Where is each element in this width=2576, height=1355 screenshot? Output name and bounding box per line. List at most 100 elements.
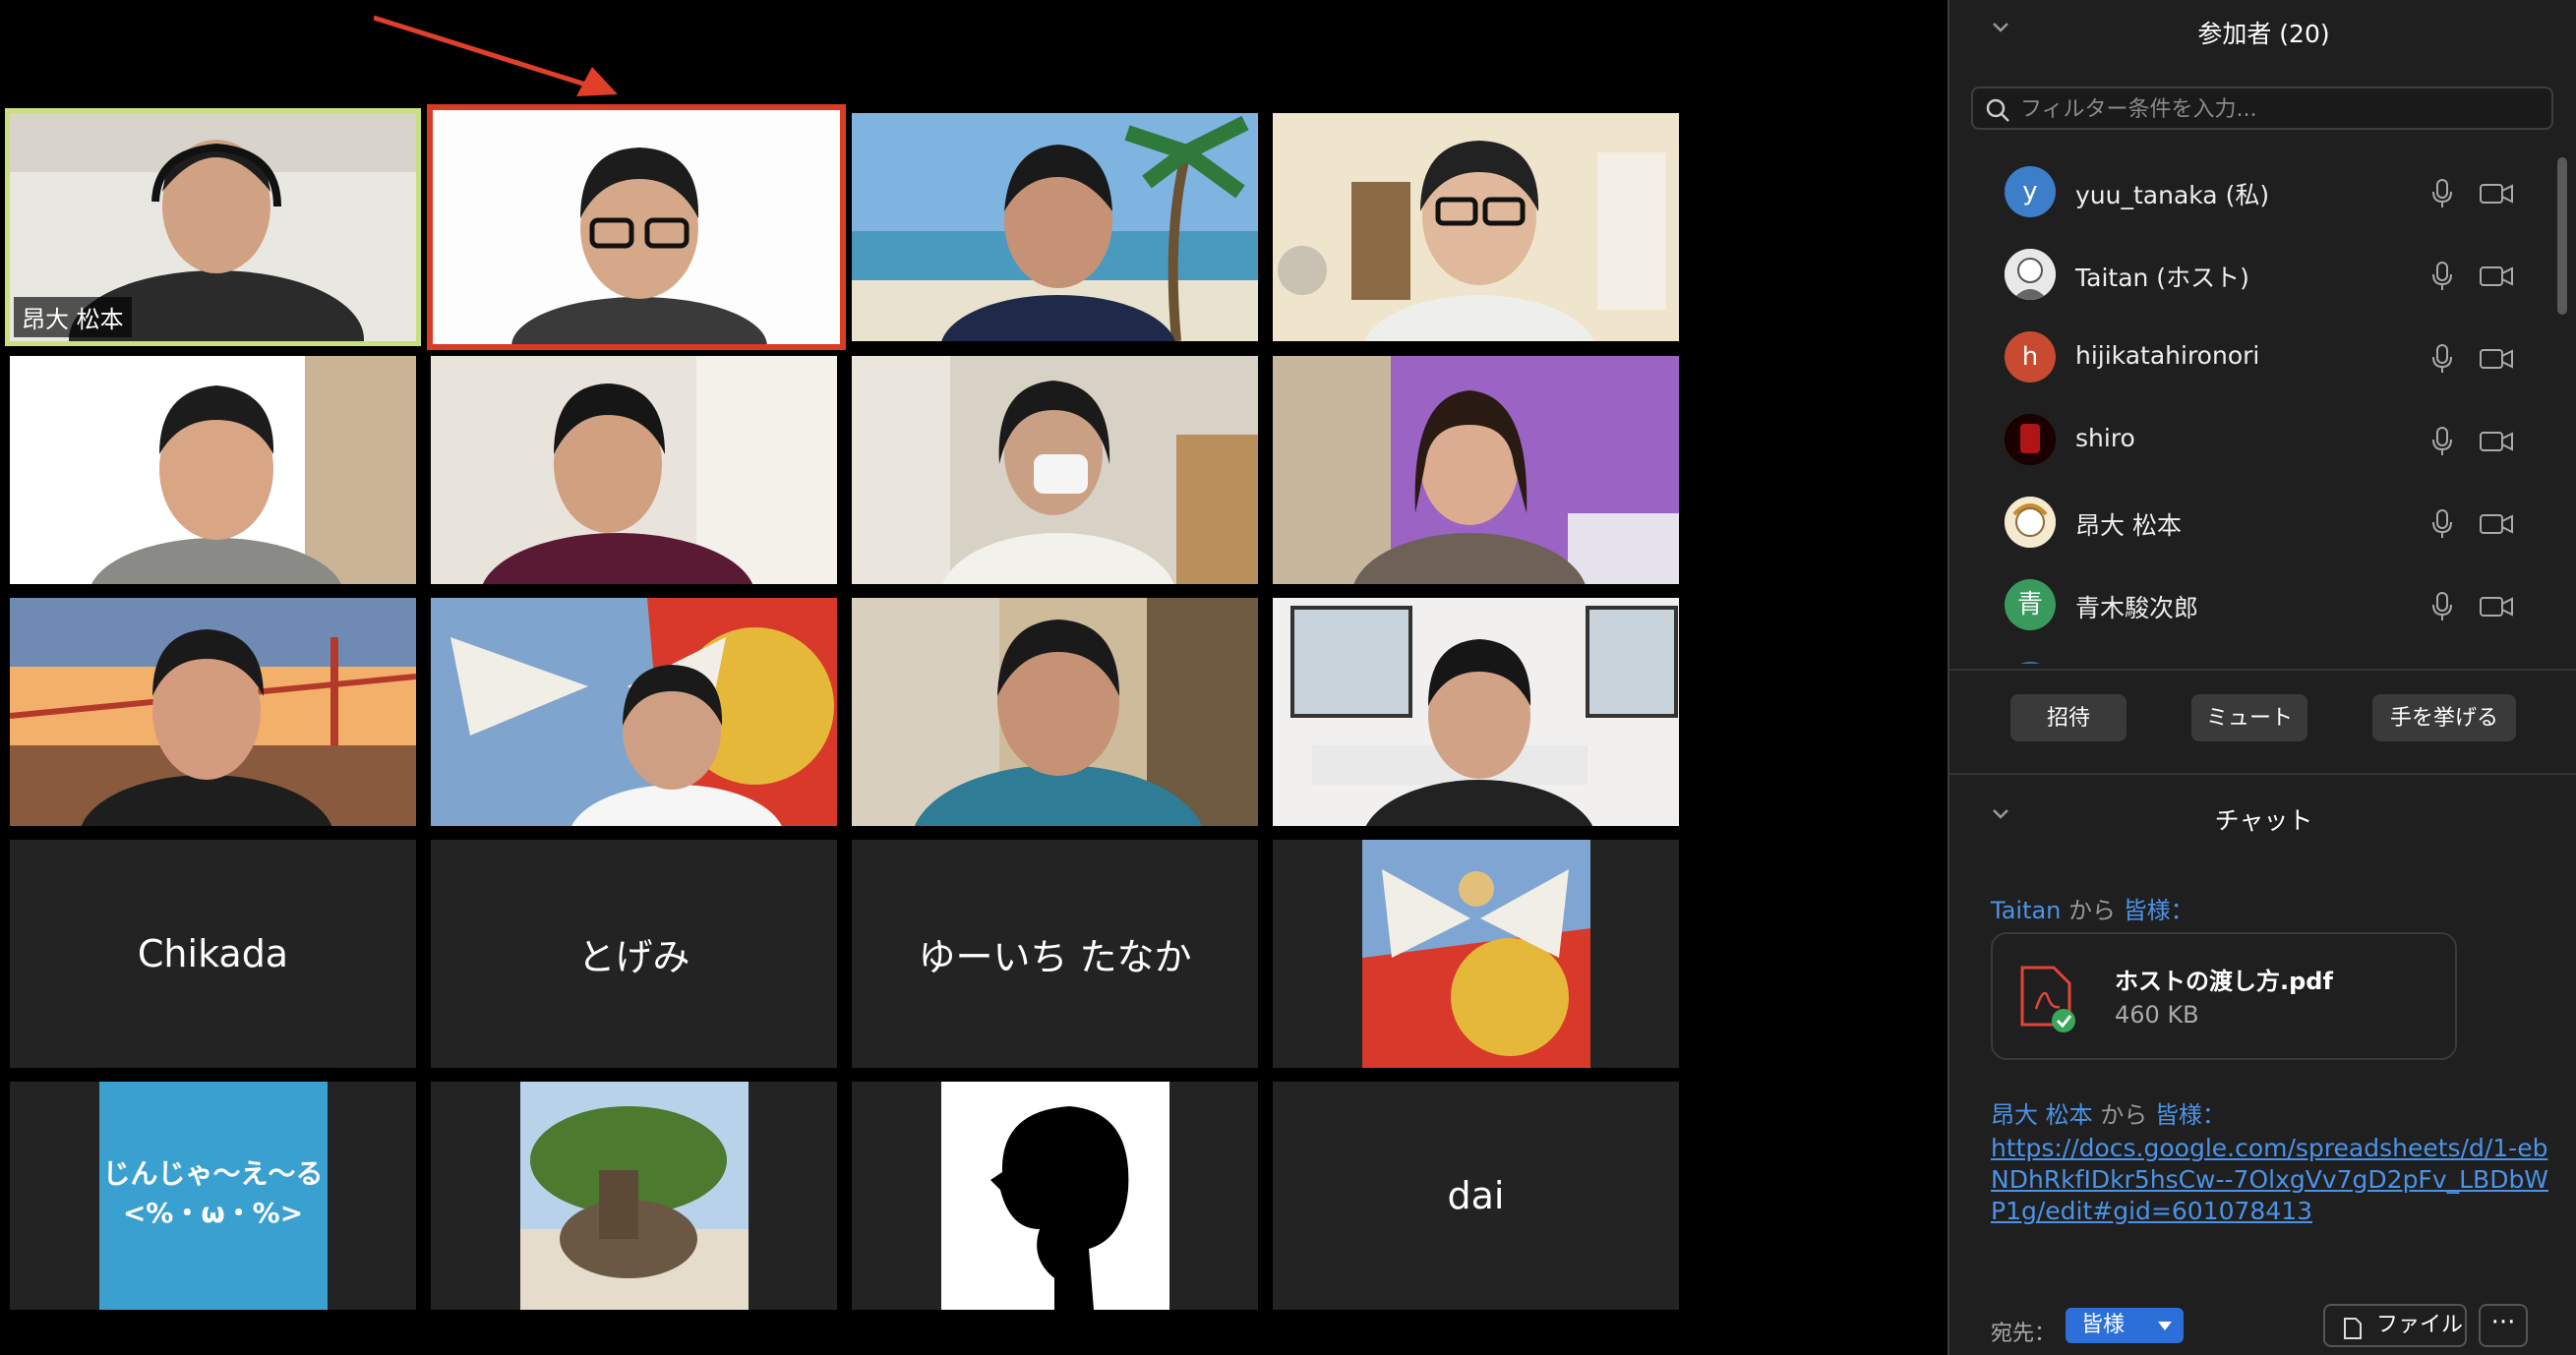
participant-name: とげみ [577, 935, 690, 979]
participant-row[interactable]: Taitan (ホスト) [1949, 235, 2559, 318]
participant-row[interactable]: h hijikatahironori [1949, 318, 2559, 400]
avatar [2005, 249, 2056, 300]
video-feed [433, 110, 840, 344]
file-name: ホストの渡し方.pdf [2115, 968, 2333, 995]
video-feed [10, 598, 416, 826]
chat-title: チャット [2214, 806, 2313, 835]
avatar: 青 [2005, 579, 2056, 630]
video-tile-camera-off[interactable] [1273, 840, 1679, 1068]
participant-list: y yuu_tanaka (私) Taitan (ホスト) h hijikata… [1949, 152, 2559, 664]
microphone-icon[interactable] [2431, 343, 2453, 375]
video-tile[interactable] [1273, 113, 1679, 341]
video-tile-camera-off[interactable] [431, 1082, 837, 1310]
video-camera-icon[interactable] [2479, 429, 2514, 454]
video-tile[interactable] [1273, 356, 1679, 584]
participant-name-tag: 昂大 松本 [14, 297, 132, 337]
video-tile[interactable] [852, 113, 1258, 341]
participant-name: ゆーいち たなか [918, 935, 1192, 979]
participant-row[interactable]: shiro [1949, 400, 2559, 483]
annotation-arrow [374, 15, 618, 96]
video-camera-icon[interactable] [2479, 511, 2514, 537]
video-feed [1273, 356, 1679, 584]
from-word: から [2068, 897, 2117, 924]
video-tile[interactable] [852, 356, 1258, 584]
file-button-label: ファイル [2376, 1313, 2464, 1337]
video-feed [431, 598, 837, 826]
profile-picture-text: じんじゃ～え～る [102, 1157, 324, 1190]
participant-name: dai [1447, 1174, 1505, 1217]
video-tile[interactable] [431, 598, 837, 826]
profile-picture [1361, 840, 1590, 1068]
profile-picture-text: <%・ω・%> [122, 1197, 304, 1229]
video-tile[interactable] [852, 598, 1258, 826]
from-word: から [2100, 1101, 2148, 1129]
microphone-icon[interactable] [2431, 426, 2453, 457]
video-tile-camera-off[interactable]: とげみ [431, 840, 837, 1068]
profile-picture: じんじゃ～え～る <%・ω・%> [98, 1082, 328, 1310]
participant-name: Chikada [137, 932, 289, 975]
video-feed [852, 356, 1258, 584]
recipient-value: 皆様 [2081, 1313, 2126, 1337]
video-camera-icon[interactable] [2479, 594, 2514, 619]
participant-name: hijikatahironori [2075, 341, 2260, 370]
video-tile-camera-off[interactable]: ゆーいち たなか [852, 840, 1258, 1068]
sender-name[interactable]: 昂大 松本 [1991, 1101, 2093, 1129]
participant-name: Taitan (ホスト) [2075, 264, 2249, 292]
recipient-dropdown[interactable]: 皆様 [2066, 1308, 2184, 1343]
chat-composer-bar: 宛先： 皆様 ファイル ··· [1949, 1300, 2576, 1355]
microphone-icon[interactable] [2431, 261, 2453, 292]
avatar [2005, 414, 2056, 465]
video-tile[interactable] [10, 598, 416, 826]
video-camera-icon[interactable] [2479, 181, 2514, 206]
chat-message-header: 昂大 松本 から 皆様： [1991, 1095, 2226, 1130]
participants-title: 参加者 (20) [2197, 20, 2330, 48]
recipient-label: 宛先： [1991, 1322, 2057, 1346]
microphone-icon[interactable] [2431, 508, 2453, 540]
video-camera-icon[interactable] [2479, 346, 2514, 372]
recipient-name: 皆様： [2123, 897, 2194, 924]
video-tile-selected[interactable] [427, 104, 846, 350]
avatar: y [2005, 166, 2056, 217]
participant-row[interactable]: y yuu_tanaka (私) [1949, 152, 2559, 235]
microphone-icon[interactable] [2431, 178, 2453, 209]
pdf-file-icon [2018, 964, 2077, 1034]
search-icon [1985, 97, 2010, 123]
video-feed [431, 356, 837, 584]
participant-filter[interactable] [1971, 87, 2553, 130]
chat-header: チャット [1949, 787, 2576, 848]
divider [1949, 669, 2576, 671]
video-tile-speaker[interactable]: 昂大 松本 [5, 108, 421, 346]
video-feed [1273, 598, 1679, 826]
participant-row[interactable] [1949, 648, 2559, 664]
file-button[interactable]: ファイル [2323, 1304, 2467, 1347]
video-tile-camera-off[interactable]: Chikada [10, 840, 416, 1068]
video-tile[interactable] [431, 356, 837, 584]
video-tile[interactable] [1273, 598, 1679, 826]
video-camera-icon[interactable] [2479, 264, 2514, 289]
chat-link[interactable]: https://docs.google.com/spreadsheets/d/1… [1991, 1133, 2551, 1227]
video-tile-camera-off[interactable]: dai [1273, 1082, 1679, 1310]
file-attachment[interactable]: ホストの渡し方.pdf 460 KB [1991, 932, 2457, 1060]
chat-message-header: Taitan から 皆様： [1991, 891, 2194, 925]
participant-row[interactable]: 昂大 松本 [1949, 483, 2559, 565]
divider [1949, 773, 2576, 775]
participant-list-scrollbar[interactable] [2557, 157, 2567, 315]
filter-input[interactable] [2018, 92, 2534, 126]
caret-down-icon [2158, 1322, 2172, 1330]
more-options-button[interactable]: ··· [2479, 1304, 2528, 1347]
video-tile-camera-off[interactable]: じんじゃ～え～る <%・ω・%> [10, 1082, 416, 1310]
profile-picture [519, 1082, 749, 1310]
participant-name: shiro [2075, 424, 2135, 452]
participant-row[interactable]: 青 青木駿次郎 [1949, 565, 2559, 648]
video-feed [852, 598, 1258, 826]
participant-name: 青木駿次郎 [2075, 594, 2199, 622]
mute-all-button[interactable]: ミュート [2191, 694, 2307, 741]
sender-name[interactable]: Taitan [1991, 897, 2061, 924]
raise-hand-button[interactable]: 手を挙げる [2372, 694, 2516, 741]
video-tile-camera-off[interactable] [852, 1082, 1258, 1310]
document-icon [2343, 1315, 2363, 1339]
invite-button[interactable]: 招待 [2010, 694, 2127, 741]
profile-picture [940, 1082, 1169, 1310]
video-tile[interactable] [10, 356, 416, 584]
microphone-icon[interactable] [2431, 591, 2453, 622]
